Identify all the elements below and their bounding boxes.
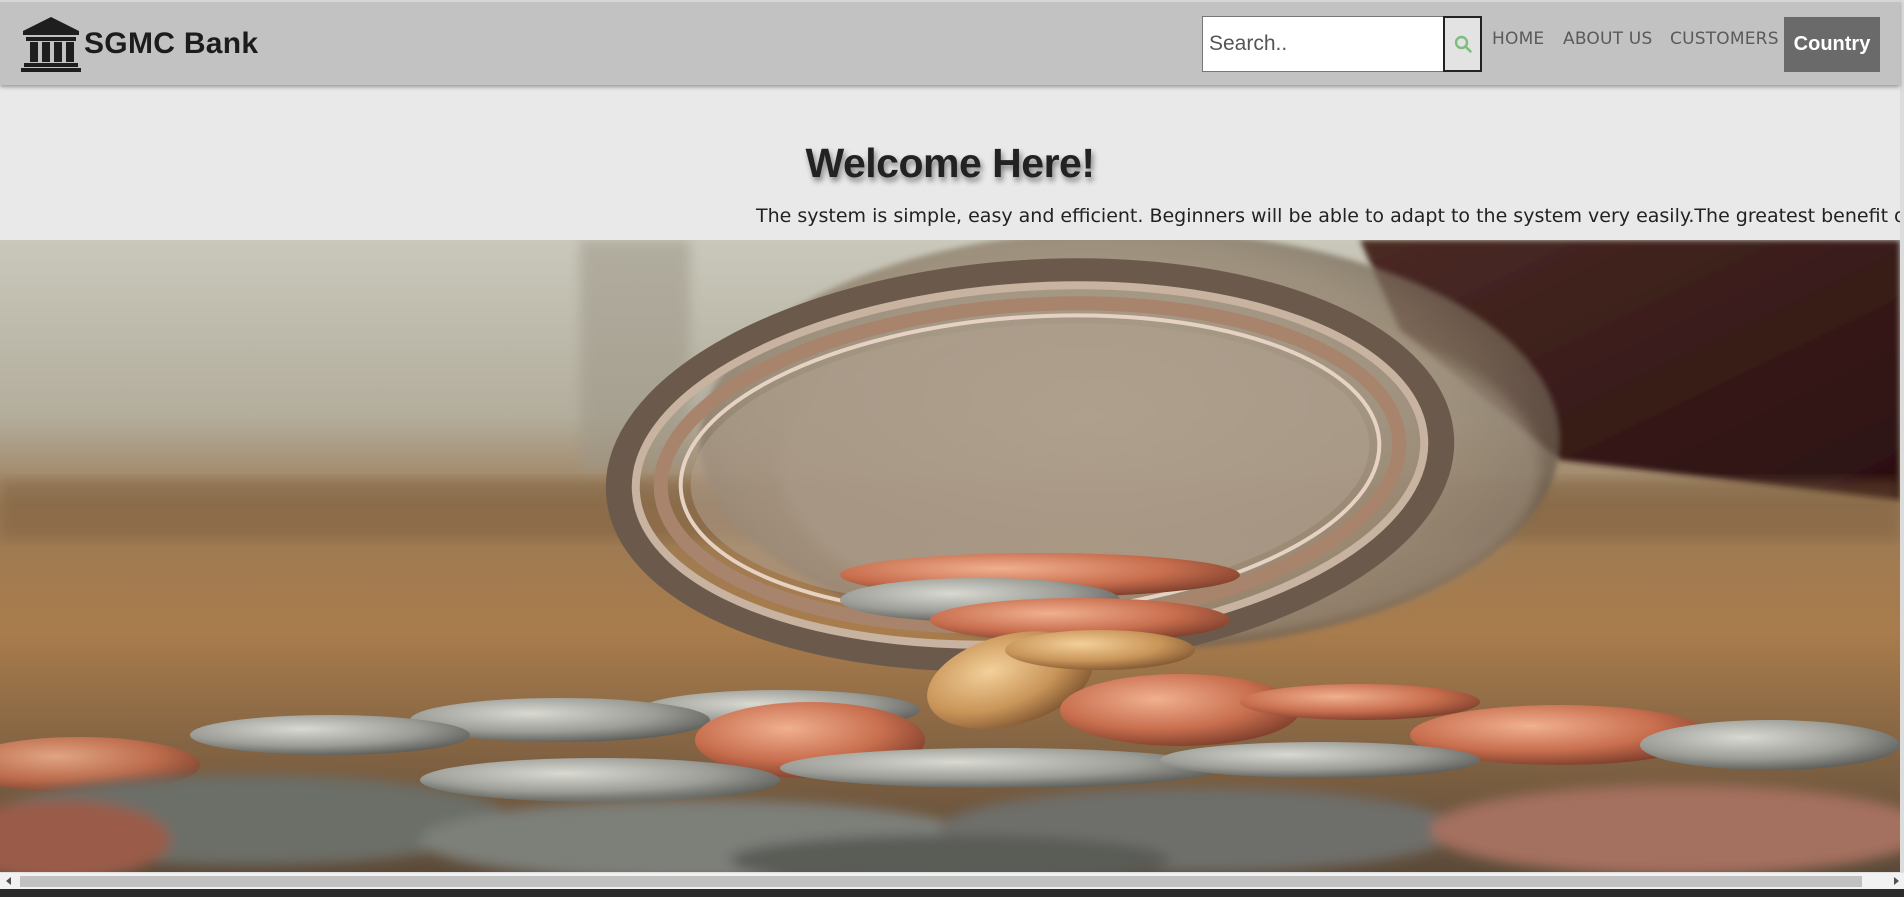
search-icon [1454,35,1472,53]
nav-link-home[interactable]: HOME [1492,29,1544,49]
bank-building-icon [21,17,81,72]
top-navbar: SGMC Bank HOME ABOUT US CUSTOMERS Countr… [0,0,1900,85]
nav-link-about-us[interactable]: ABOUT US [1563,29,1652,49]
coins-jar-photo [0,240,1900,872]
search-button[interactable] [1443,16,1482,72]
brand-name: SGMC Bank [84,27,259,60]
search-input[interactable] [1202,16,1444,72]
window-bottom-edge [0,889,1904,897]
horizontal-scrollbar[interactable] [0,872,1904,889]
scroll-left-arrow-icon[interactable] [0,873,17,889]
hero-image [0,240,1900,872]
scroll-right-arrow-icon[interactable] [1887,873,1904,889]
welcome-marquee-text: The system is simple, easy and efficient… [756,205,1900,227]
welcome-marquee: The system is simple, easy and efficient… [0,200,1900,232]
welcome-heading: Welcome Here! [805,140,1095,186]
nav-link-customers[interactable]: CUSTOMERS [1670,29,1779,49]
vertical-scrollbar[interactable] [1900,0,1904,877]
horizontal-scroll-thumb[interactable] [20,876,1862,887]
country-dropdown-button[interactable]: Country [1784,17,1880,72]
brand-logo-link[interactable]: SGMC Bank [20,15,258,73]
